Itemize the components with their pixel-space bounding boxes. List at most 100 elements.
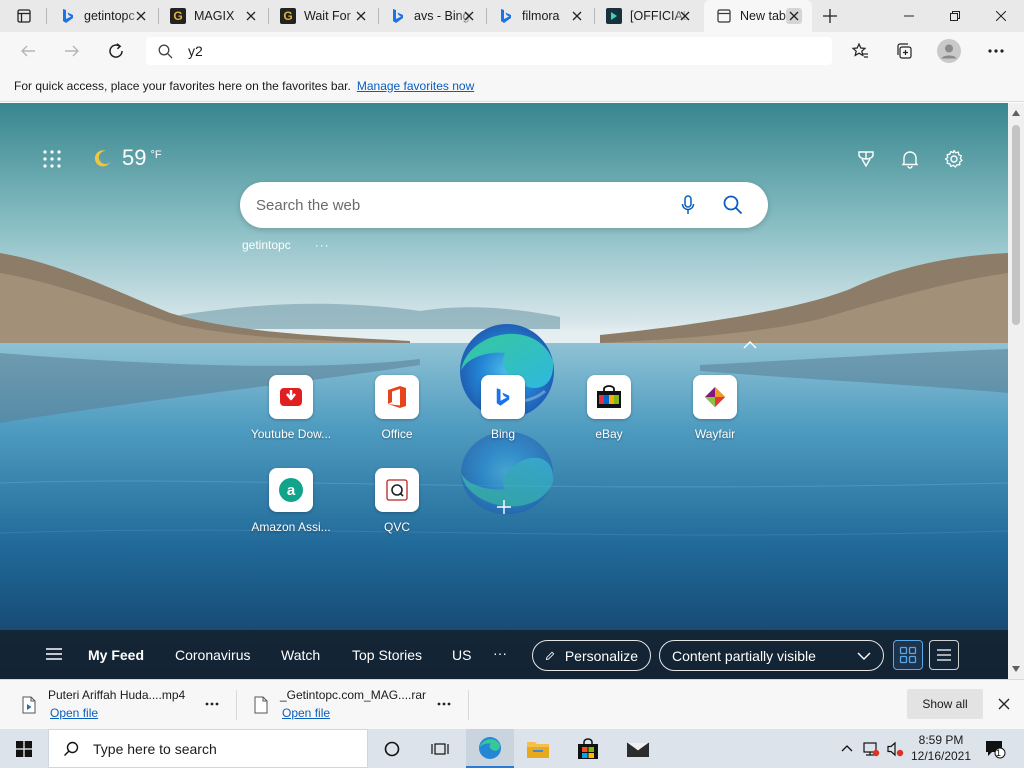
profile-button[interactable] <box>934 36 964 66</box>
quick-link-amazon-assistant[interactable]: a Amazon Assi... <box>246 468 336 534</box>
download-open-file-link[interactable]: Open file <box>282 706 330 720</box>
taskbar-store-app[interactable] <box>564 729 612 768</box>
feed-tab-top-stories[interactable]: Top Stories <box>352 647 422 663</box>
taskbar-edge-app[interactable] <box>466 729 514 768</box>
search-submit-icon[interactable] <box>722 194 744 216</box>
collections-button[interactable] <box>890 37 918 65</box>
scroll-up-icon[interactable] <box>1012 109 1020 117</box>
download-more-options-icon[interactable] <box>202 694 222 714</box>
taskbar-search-box[interactable]: Type here to search <box>48 729 368 768</box>
gear-icon <box>944 149 963 168</box>
quick-link-wayfair[interactable]: Wayfair <box>670 375 760 441</box>
download-item[interactable]: _Getintopc.com_MAG....rar Open file <box>232 680 468 730</box>
close-tab-icon[interactable] <box>786 8 802 24</box>
amazon-assistant-icon: a <box>269 468 313 512</box>
feed-tab-us[interactable]: US <box>452 647 471 663</box>
list-layout-button[interactable] <box>929 640 959 670</box>
feed-more-button[interactable]: ··· <box>493 645 507 661</box>
bing-icon <box>390 8 406 24</box>
download-more-options-icon[interactable] <box>434 694 454 714</box>
close-tab-icon[interactable] <box>570 9 584 23</box>
refresh-button[interactable] <box>102 37 130 65</box>
recent-search-item[interactable]: getintopc <box>242 238 291 252</box>
tab-official[interactable]: [OFFICIAL <box>594 0 702 32</box>
tab-getintopc[interactable]: getintopc <box>48 0 158 32</box>
add-quick-link-button[interactable] <box>492 495 516 519</box>
minimize-button[interactable] <box>886 0 932 32</box>
app-launcher-button[interactable] <box>40 147 64 171</box>
task-view-button[interactable] <box>416 729 464 768</box>
close-download-bar-button[interactable] <box>994 694 1014 714</box>
plus-icon <box>823 9 837 23</box>
manage-favorites-link[interactable]: Manage favorites now <box>357 79 474 93</box>
action-center-button[interactable]: 1 <box>980 729 1010 768</box>
tab-new-tab[interactable]: New tab <box>704 0 812 32</box>
weather-unit: °F <box>150 149 162 161</box>
volume-button[interactable] <box>884 729 906 768</box>
tab-actions-menu-button[interactable] <box>8 4 40 28</box>
tab-avs-bing[interactable]: avs - Bing <box>378 0 486 32</box>
quick-link-ebay[interactable]: eBay <box>564 375 654 441</box>
restore-button[interactable] <box>932 0 978 32</box>
close-tab-icon[interactable] <box>462 9 476 23</box>
show-hidden-icons-button[interactable] <box>838 729 856 768</box>
taskbar-mail-app[interactable] <box>614 729 662 768</box>
quick-link-bing[interactable]: Bing <box>458 375 548 441</box>
quick-link-office[interactable]: Office <box>352 375 442 441</box>
ebay-icon <box>587 375 631 419</box>
quick-link-qvc[interactable]: QVC <box>352 468 442 534</box>
network-status-button[interactable] <box>860 729 882 768</box>
favorites-button[interactable] <box>846 37 874 65</box>
feed-tab-my-feed[interactable]: My Feed <box>88 647 144 663</box>
close-window-button[interactable] <box>978 0 1024 32</box>
download-item[interactable]: Puteri Ariffah Huda....mp4 Open file <box>0 680 236 730</box>
personalize-button[interactable]: Personalize <box>532 640 651 671</box>
quick-link-label: Youtube Dow... <box>250 427 332 441</box>
plus-icon <box>497 500 511 514</box>
search-icon <box>64 741 79 756</box>
tab-filmora[interactable]: filmora <box>486 0 594 32</box>
search-input[interactable] <box>256 196 656 214</box>
back-button[interactable] <box>14 37 42 65</box>
start-button[interactable] <box>0 729 48 768</box>
taskbar-file-explorer-app[interactable] <box>514 729 562 768</box>
rewards-button[interactable] <box>854 147 878 171</box>
address-input-text[interactable]: y2 <box>188 43 203 59</box>
refresh-icon <box>109 43 123 58</box>
cortana-circle-icon <box>384 741 400 756</box>
recent-search-more-button[interactable]: ··· <box>315 238 330 252</box>
system-clock[interactable]: 8:59 PM 12/16/2021 <box>904 732 978 764</box>
page-scrollbar[interactable] <box>1008 103 1024 679</box>
quick-link-label: Office <box>381 427 413 441</box>
grid-layout-button[interactable] <box>893 640 923 670</box>
scrollbar-thumb[interactable] <box>1012 125 1020 325</box>
forward-button[interactable] <box>58 37 86 65</box>
feed-tab-coronavirus[interactable]: Coronavirus <box>175 647 250 663</box>
settings-and-more-button[interactable] <box>982 37 1010 65</box>
feed-tab-watch[interactable]: Watch <box>281 647 320 663</box>
collapse-quicklinks-button[interactable] <box>742 337 758 353</box>
notifications-button[interactable] <box>898 147 922 171</box>
page-settings-button[interactable] <box>942 147 966 171</box>
close-tab-icon[interactable] <box>678 9 692 23</box>
show-all-downloads-button[interactable]: Show all <box>907 689 983 719</box>
quick-link-youtube-downloader[interactable]: Youtube Dow... <box>246 375 336 441</box>
address-bar[interactable]: y2 <box>146 37 832 65</box>
quick-link-label: QVC <box>383 520 410 534</box>
content-visibility-dropdown[interactable]: Content partially visible <box>659 640 884 671</box>
microphone-icon[interactable] <box>677 194 699 216</box>
personalize-label: Personalize <box>564 647 638 664</box>
new-tab-button[interactable] <box>818 4 842 28</box>
cortana-button[interactable] <box>368 729 416 768</box>
collections-icon <box>897 43 912 59</box>
weather-widget[interactable]: 59 °F <box>92 145 162 171</box>
close-tab-icon[interactable] <box>134 9 148 23</box>
close-icon <box>998 698 1010 710</box>
tab-magix[interactable]: G MAGIX <box>158 0 268 32</box>
scroll-down-icon[interactable] <box>1012 665 1020 673</box>
close-tab-icon[interactable] <box>244 9 258 23</box>
tab-wait-for[interactable]: G Wait For <box>268 0 378 32</box>
close-tab-icon[interactable] <box>354 9 368 23</box>
feed-menu-button[interactable] <box>44 646 64 662</box>
download-open-file-link[interactable]: Open file <box>50 706 98 720</box>
